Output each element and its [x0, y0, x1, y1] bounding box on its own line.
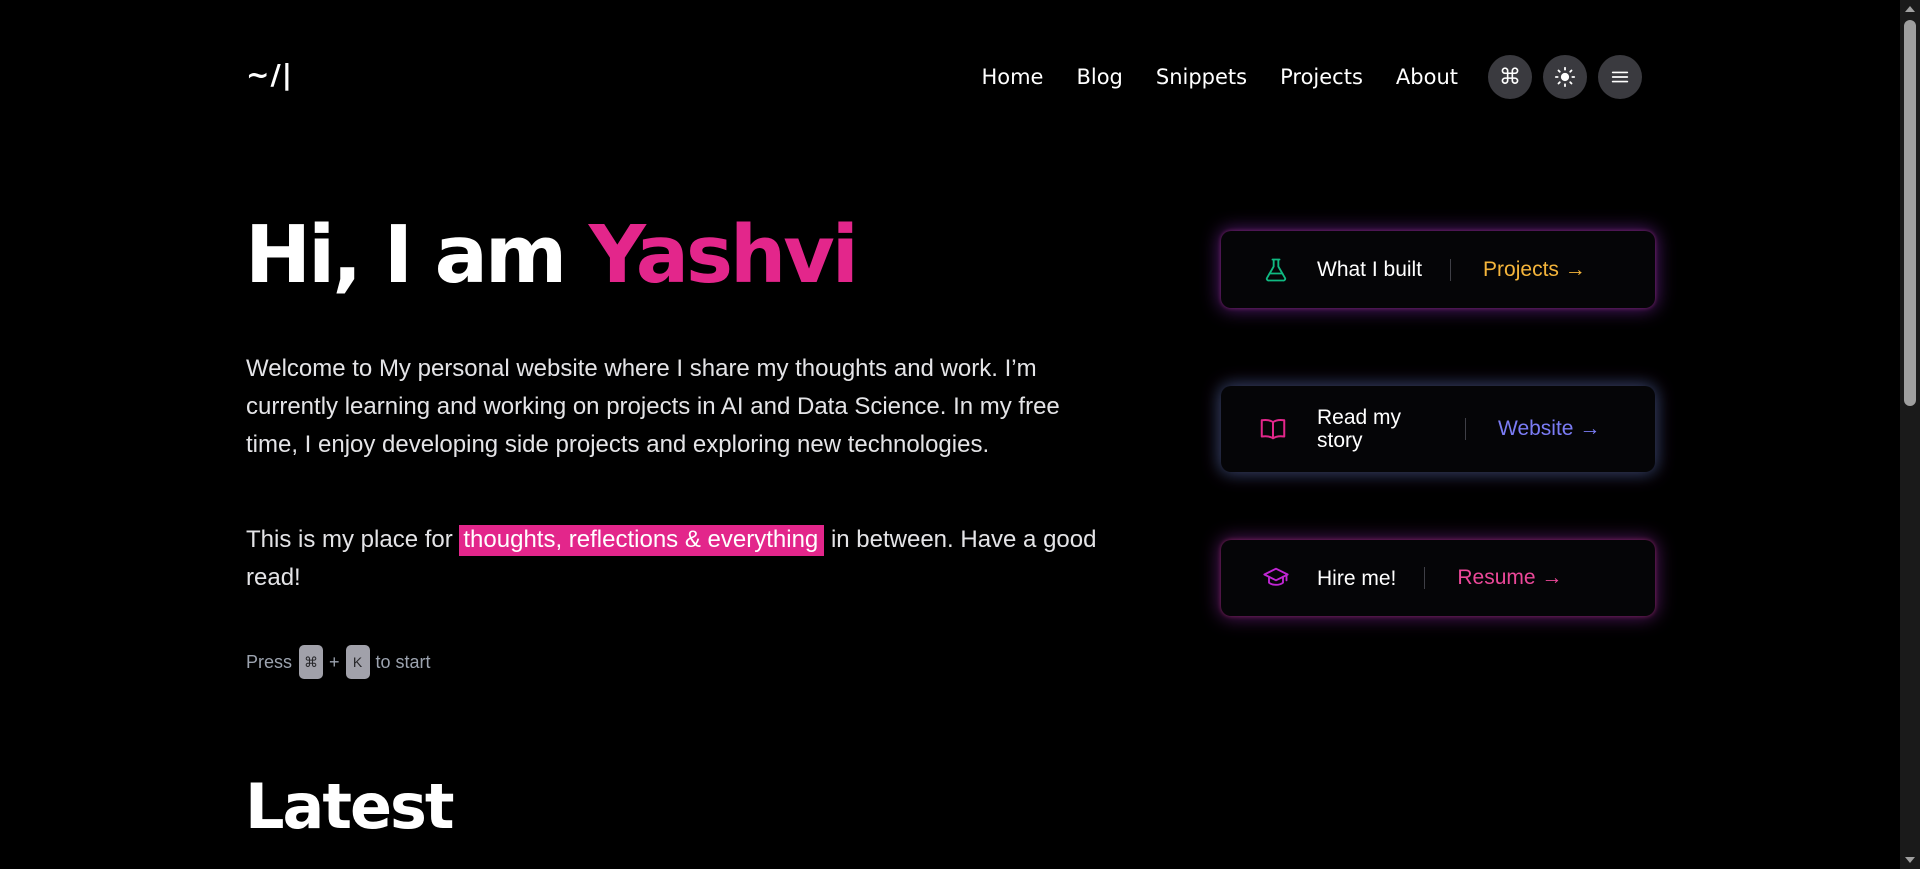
intro-text: Welcome to My personal website where I s… — [246, 355, 1060, 458]
scroll-up-icon[interactable] — [1905, 6, 1915, 12]
graduation-cap-icon — [1261, 563, 1291, 593]
card-text: Hire me! — [1317, 566, 1397, 590]
menu-button[interactable] — [1598, 55, 1642, 99]
command-icon: ⌘ — [1499, 64, 1521, 90]
k-key: K — [345, 645, 370, 679]
sun-icon — [1554, 66, 1576, 88]
cmd-key: ⌘ — [299, 645, 324, 679]
nav-blog[interactable]: Blog — [1076, 65, 1122, 89]
card-projects[interactable]: What I built Projects → — [1221, 231, 1655, 308]
nav-about[interactable]: About — [1396, 65, 1458, 89]
press-label: Press — [246, 651, 293, 672]
command-palette-button[interactable]: ⌘ — [1488, 55, 1532, 99]
place-text: This is my place for thoughts, reflectio… — [246, 521, 1126, 597]
book-icon — [1258, 414, 1288, 444]
press-suffix: to start — [375, 651, 431, 672]
main-nav: Home Blog Snippets Projects About ⌘ — [981, 55, 1642, 99]
page: ~/| Home Blog Snippets Projects About ⌘ … — [0, 0, 1900, 869]
scrollbar-thumb[interactable] — [1904, 20, 1916, 406]
page-scrollbar[interactable] — [1900, 0, 1920, 869]
latest-heading: Latest — [245, 770, 455, 843]
resume-link[interactable]: Resume → — [1457, 566, 1562, 590]
flask-icon — [1261, 255, 1291, 285]
hero-name: Yashvi — [588, 209, 859, 301]
menu-icon — [1611, 71, 1629, 83]
scroll-down-icon[interactable] — [1905, 857, 1915, 863]
keyboard-hint: Press ⌘ + K to start — [246, 645, 431, 679]
card-text: Read my story — [1317, 406, 1402, 452]
card-text: What I built — [1317, 258, 1423, 281]
projects-link[interactable]: Projects → — [1483, 258, 1586, 282]
nav-snippets[interactable]: Snippets — [1156, 65, 1247, 89]
highlighted-text: thoughts, reflections & everything — [459, 525, 825, 556]
hero-greeting: Hi, I am — [245, 209, 567, 301]
divider — [1424, 567, 1426, 589]
site-logo[interactable]: ~/| — [246, 58, 293, 91]
place-text-before: This is my place for — [246, 526, 453, 553]
divider — [1450, 258, 1452, 281]
hero-title: Hi, I am Yashvi — [245, 209, 859, 301]
nav-projects[interactable]: Projects — [1280, 65, 1363, 89]
website-link[interactable]: Website → — [1498, 417, 1600, 441]
nav-home[interactable]: Home — [981, 65, 1043, 89]
plus-sign: + — [329, 651, 340, 672]
card-hire[interactable]: Hire me! Resume → — [1221, 540, 1655, 616]
theme-toggle-button[interactable] — [1543, 55, 1587, 99]
divider — [1465, 418, 1466, 440]
card-story[interactable]: Read my story Website → — [1221, 386, 1655, 472]
